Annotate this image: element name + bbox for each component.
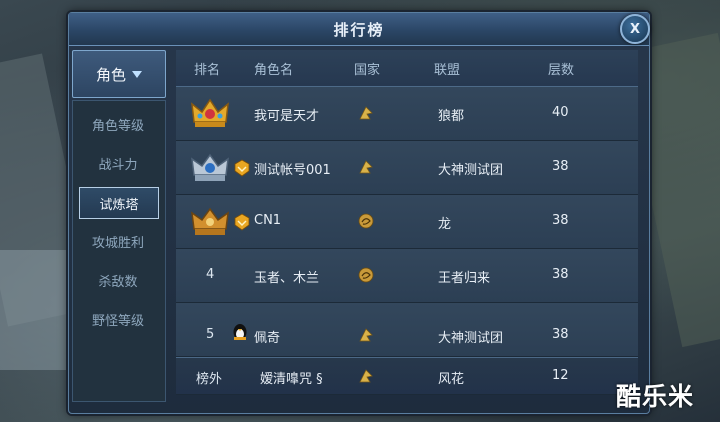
table-row[interactable]: CN1 龙 38 (176, 195, 638, 249)
gold-crown-icon (191, 98, 229, 127)
sidebar-item-label: 攻城胜利 (91, 235, 144, 251)
site-watermark: 酷乐米 (616, 382, 695, 411)
self-floor-count: 12 (552, 368, 569, 383)
country-flag-icon (359, 106, 373, 120)
self-rank-label: 榜外 (196, 372, 223, 387)
header-alliance: 联盟 (434, 63, 461, 78)
close-icon: X (629, 21, 641, 37)
player-name: 测试帐号001 (254, 163, 331, 178)
player-name: 我可是天才 (254, 109, 320, 124)
close-button[interactable]: X (620, 14, 650, 44)
category-dropdown-label: 角色 (95, 65, 126, 84)
table-row[interactable]: 我可是天才 狼都 40 (176, 87, 638, 141)
bronze-crown-icon (191, 207, 229, 235)
floor-count: 38 (552, 327, 569, 342)
background-tower (0, 250, 70, 370)
self-player-name: 嫒清嘷咒 § (260, 372, 323, 387)
rank-number: 5 (206, 327, 215, 342)
country-flag-icon (359, 160, 373, 174)
country-flag-icon (359, 328, 373, 342)
alliance-name: 狼都 (438, 109, 465, 124)
table-header: 排名 角色名 国家 联盟 层数 (176, 50, 638, 87)
self-alliance-name: 风花 (438, 372, 465, 387)
dragon-emblem-icon (358, 213, 374, 229)
floor-count: 38 (552, 267, 569, 282)
category-dropdown[interactable]: 角色 (72, 50, 166, 98)
sidebar-item-siege-victory[interactable]: 攻城胜利 (79, 226, 157, 256)
header-name: 角色名 (254, 63, 294, 78)
country-flag-icon (359, 369, 373, 383)
ranking-table: 排名 角色名 国家 联盟 层数 我可是天才 狼都 40 测试帐号001 大神测试… (176, 46, 638, 406)
floor-count: 38 (552, 159, 569, 174)
player-name: 佩奇 (254, 331, 281, 346)
sidebar-item-monster-level[interactable]: 野怪等级 (79, 304, 157, 334)
self-rank-row: 榜外 嫒清嘷咒 § 风花 12 (176, 357, 638, 395)
header-country: 国家 (354, 63, 381, 78)
window-title: 排行榜 (333, 20, 385, 39)
vip-badge-icon (234, 213, 250, 231)
table-row[interactable]: 4 玉者、木兰 王者归来 38 (176, 249, 638, 303)
sidebar-list: 角色等级 战斗力 试炼塔 攻城胜利 杀敌数 野怪等级 (72, 100, 166, 402)
sidebar-item-combat-power[interactable]: 战斗力 (79, 148, 157, 178)
table-row[interactable]: 5 佩奇 大神测试团 38 (176, 303, 638, 357)
header-floors: 层数 (548, 63, 575, 78)
rank-number: 4 (206, 267, 215, 282)
table-row[interactable]: 测试帐号001 大神测试团 38 (176, 141, 638, 195)
sidebar-item-character-level[interactable]: 角色等级 (79, 109, 157, 139)
sidebar-item-label: 野怪等级 (91, 313, 144, 329)
header-rank: 排名 (194, 63, 221, 78)
floor-count: 40 (552, 105, 569, 120)
alliance-name: 王者归来 (438, 271, 491, 286)
title-bar: 排行榜 (69, 13, 649, 46)
alliance-name: 龙 (438, 217, 452, 232)
player-name: CN1 (254, 213, 282, 228)
dragon-emblem-icon (358, 267, 374, 283)
alliance-name: 大神测试团 (438, 163, 504, 178)
silver-crown-icon (191, 153, 229, 181)
sidebar-item-label: 试炼塔 (99, 197, 139, 213)
sidebar-item-trial-tower[interactable]: 试炼塔 (79, 187, 159, 219)
floor-count: 38 (552, 213, 569, 228)
vip-badge-icon (234, 159, 250, 177)
player-name: 玉者、木兰 (254, 271, 320, 286)
sidebar-item-label: 战斗力 (98, 157, 138, 173)
sidebar-item-label: 角色等级 (91, 118, 144, 134)
alliance-name: 大神测试团 (438, 331, 504, 346)
sidebar-item-label: 杀敌数 (98, 274, 138, 290)
chevron-down-icon (132, 70, 142, 78)
sidebar-item-kills[interactable]: 杀敌数 (79, 265, 157, 295)
penguin-badge-icon (233, 324, 247, 340)
